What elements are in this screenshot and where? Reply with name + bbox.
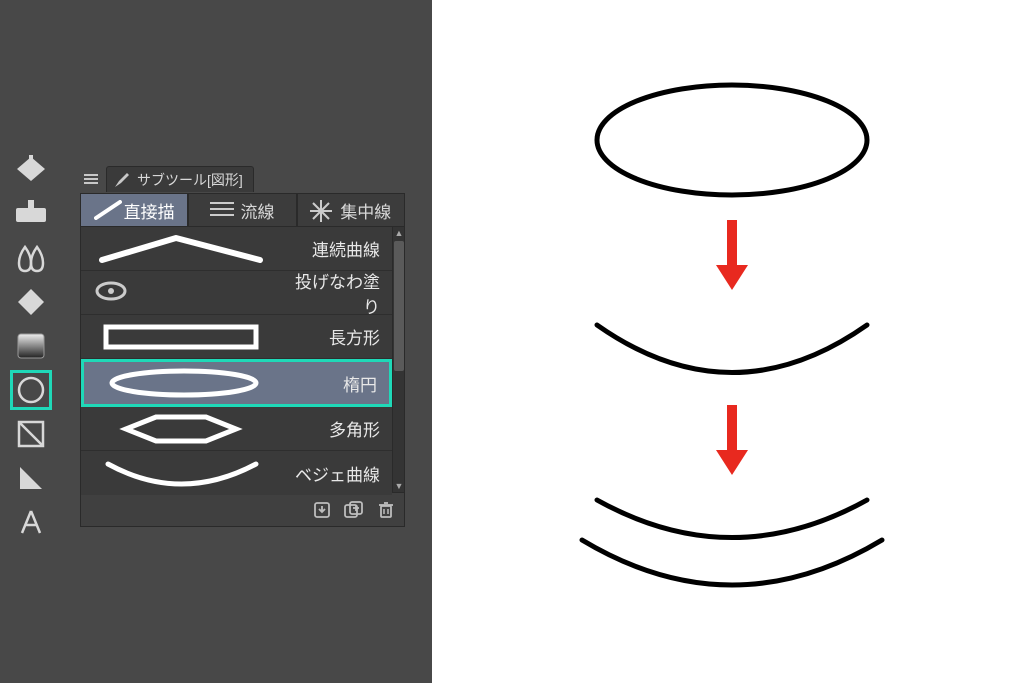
- list-item-lasso-fill[interactable]: 投げなわ塗り: [81, 271, 392, 315]
- burst-icon: [310, 200, 334, 220]
- subtool-list: 連続曲線 投げなわ塗り 長方形: [81, 227, 392, 492]
- blend-tool-icon[interactable]: [10, 238, 52, 278]
- list-item-label: 長方形: [281, 324, 384, 349]
- list-item-bezier[interactable]: ベジェ曲線: [81, 451, 392, 495]
- canvas-panel: [432, 0, 1024, 683]
- ellipse-shape-tool-icon[interactable]: [10, 370, 52, 410]
- tab-stream-line[interactable]: 流線: [188, 193, 296, 227]
- ellipse-icon: [84, 362, 284, 404]
- eraser-tool-icon[interactable]: [10, 282, 52, 322]
- tab-label: 直接描: [124, 198, 175, 223]
- lasso-icon: [81, 271, 281, 314]
- tab-focus-line[interactable]: 集中線: [297, 193, 405, 227]
- arrow-down-icon: [716, 220, 748, 290]
- subtool-title-label: サブツール[図形]: [137, 170, 243, 190]
- rectangle-icon: [81, 315, 281, 358]
- illustration-canvas: [432, 0, 1024, 683]
- tab-direct-draw[interactable]: 直接描: [80, 193, 188, 227]
- app-panel: サブツール[図形] 直接描 流線: [0, 0, 432, 683]
- brush-icon: [113, 171, 131, 189]
- list-item-label: ベジェ曲線: [281, 461, 384, 486]
- subtool-header: サブツール[図形]: [80, 165, 405, 193]
- line-icon: [94, 200, 118, 220]
- list-item-continuous-curve[interactable]: 連続曲線: [81, 227, 392, 271]
- list-item-label: 楕円: [284, 371, 381, 396]
- scroll-thumb[interactable]: [394, 241, 404, 371]
- import-button[interactable]: [310, 498, 334, 522]
- gradient-tool-icon[interactable]: [10, 194, 52, 234]
- list-item-rectangle[interactable]: 長方形: [81, 315, 392, 359]
- square-gradient-tool-icon[interactable]: [10, 326, 52, 366]
- delete-button[interactable]: [374, 498, 398, 522]
- continuous-curve-icon: [81, 227, 281, 270]
- scroll-down-icon[interactable]: ▼: [393, 480, 405, 492]
- scrollbar[interactable]: ▲ ▼: [392, 227, 404, 492]
- duplicate-button[interactable]: [342, 498, 366, 522]
- subtool-panel: サブツール[図形] 直接描 流線: [80, 165, 405, 527]
- list-item-polygon[interactable]: 多角形: [81, 407, 392, 451]
- tab-label: 流線: [240, 198, 274, 223]
- scroll-up-icon[interactable]: ▲: [393, 227, 405, 239]
- bezier-icon: [81, 451, 281, 495]
- subtool-footer: [80, 493, 405, 527]
- tab-label: 集中線: [340, 198, 391, 223]
- speedlines-icon: [210, 200, 234, 220]
- list-item-label: 多角形: [281, 416, 384, 441]
- fill-tool-icon[interactable]: [10, 150, 52, 190]
- panel-menu-icon[interactable]: [80, 168, 102, 190]
- subtool-tabs: 直接描 流線 集中: [80, 193, 405, 227]
- toolbar: [10, 150, 56, 542]
- subtool-list-container: 連続曲線 投げなわ塗り 長方形: [80, 227, 405, 493]
- arrow-down-icon: [716, 405, 748, 475]
- list-item-label: 投げなわ塗り: [281, 268, 384, 318]
- subtool-title-tab[interactable]: サブツール[図形]: [106, 166, 254, 192]
- ruler-tool-icon[interactable]: [10, 458, 52, 498]
- polygon-icon: [81, 407, 281, 450]
- text-tool-icon[interactable]: [10, 502, 52, 542]
- list-item-ellipse[interactable]: 楕円: [81, 359, 392, 407]
- list-item-label: 連続曲線: [281, 236, 384, 261]
- frame-tool-icon[interactable]: [10, 414, 52, 454]
